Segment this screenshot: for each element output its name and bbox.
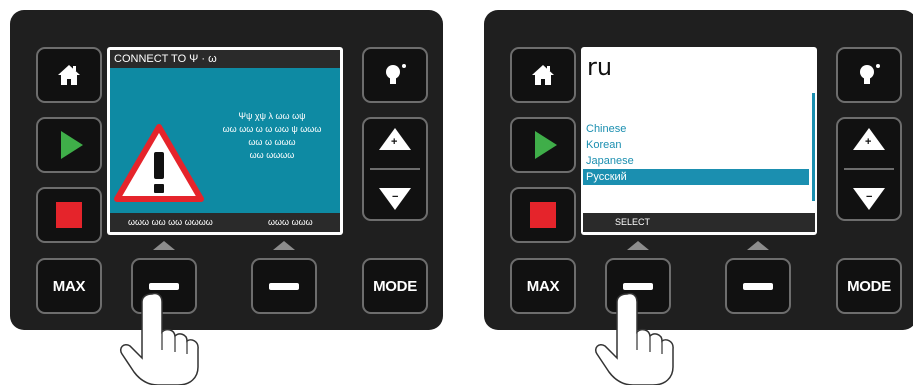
dash-icon: [623, 282, 653, 290]
control-panel-right: MAX ru Chinese Korean Japanese Русский S…: [484, 10, 913, 330]
up-arrow-button[interactable]: +: [853, 128, 885, 150]
lightbulb-icon: [860, 64, 880, 84]
up-down-rocker: + −: [362, 117, 428, 221]
play-icon: [61, 131, 83, 159]
mode-label: MODE: [373, 277, 417, 295]
softkey-right-label: ωωω ωωω: [268, 217, 313, 227]
rocker-divider: [370, 168, 420, 170]
warning-icon: [114, 124, 204, 202]
up-arrow-button[interactable]: +: [379, 128, 411, 150]
down-arrow-button[interactable]: −: [853, 188, 885, 210]
mode-button[interactable]: MODE: [362, 258, 428, 314]
stop-icon: [56, 202, 82, 228]
display-screen: ru Chinese Korean Japanese Русский SELEC…: [581, 47, 817, 235]
home-icon: [58, 65, 80, 85]
max-button[interactable]: MAX: [510, 258, 576, 314]
warning-message: Ψψ χψ λ ωω ωψ ωω ωω ω ω ωω ψ ωωω ωω ω ωω…: [208, 110, 336, 162]
rocker-divider: [844, 168, 894, 170]
max-label: MAX: [52, 277, 86, 295]
warning-line: ωω ωωωω: [249, 150, 295, 160]
dash-icon: [149, 282, 179, 290]
max-button[interactable]: MAX: [36, 258, 102, 314]
softkey-indicator-right: [273, 241, 295, 250]
softkey-left-label: ωωω ωω ωω ωωωω: [128, 217, 213, 227]
home-icon: [532, 65, 554, 85]
lightbulb-icon: [386, 64, 406, 84]
play-icon: [535, 131, 557, 159]
softkey-bar: SELECT: [583, 213, 815, 232]
warning-line: ωω ω ωωω: [248, 137, 296, 147]
warning-line: Ψψ χψ λ ωω ωψ: [238, 111, 306, 121]
scrollbar[interactable]: [812, 93, 815, 201]
mode-button[interactable]: MODE: [836, 258, 902, 314]
warning-body: Ψψ χψ λ ωω ωψ ωω ωω ω ω ωω ψ ωωω ωω ω ωω…: [110, 68, 340, 213]
up-down-rocker: + −: [836, 117, 902, 221]
language-item[interactable]: Korean: [583, 137, 809, 153]
down-arrow-button[interactable]: −: [379, 188, 411, 210]
dash-icon: [269, 282, 299, 290]
stop-icon: [530, 202, 556, 228]
softkey-left-label: SELECT: [615, 217, 651, 227]
dash-icon: [743, 282, 773, 290]
softkey-right-button[interactable]: [725, 258, 791, 314]
softkey-indicator-right: [747, 241, 769, 250]
softkey-bar: ωωω ωω ωω ωωωω ωωω ωωω: [110, 213, 340, 232]
softkey-indicator-left: [627, 241, 649, 250]
screen-title: CONNECT TO Ψ · ω: [110, 50, 340, 68]
stop-button[interactable]: [36, 187, 102, 243]
warning-line: ωω ωω ω ω ωω ψ ωωω: [222, 124, 322, 134]
pointing-hand-icon: [119, 292, 199, 385]
home-button[interactable]: [510, 47, 576, 103]
language-item[interactable]: Japanese: [583, 153, 809, 169]
light-button[interactable]: [836, 47, 902, 103]
max-label: MAX: [526, 277, 560, 295]
display-screen: CONNECT TO Ψ · ω Ψψ χψ λ ωω ωψ ωω ωω ω ω…: [107, 47, 343, 235]
start-button[interactable]: [36, 117, 102, 173]
softkey-indicator-left: [153, 241, 175, 250]
control-panel-left: MAX CONNECT TO Ψ · ω Ψψ χψ λ ωω ωψ ωω ωω…: [10, 10, 443, 330]
start-button[interactable]: [510, 117, 576, 173]
softkey-right-button[interactable]: [251, 258, 317, 314]
pointing-hand-icon: [594, 292, 674, 385]
home-button[interactable]: [36, 47, 102, 103]
language-list: Chinese Korean Japanese Русский: [583, 121, 809, 185]
mode-label: MODE: [847, 277, 891, 295]
stop-button[interactable]: [510, 187, 576, 243]
screen-title: ru: [587, 53, 613, 81]
language-item-selected[interactable]: Русский: [583, 169, 809, 185]
language-item[interactable]: Chinese: [583, 121, 809, 137]
light-button[interactable]: [362, 47, 428, 103]
